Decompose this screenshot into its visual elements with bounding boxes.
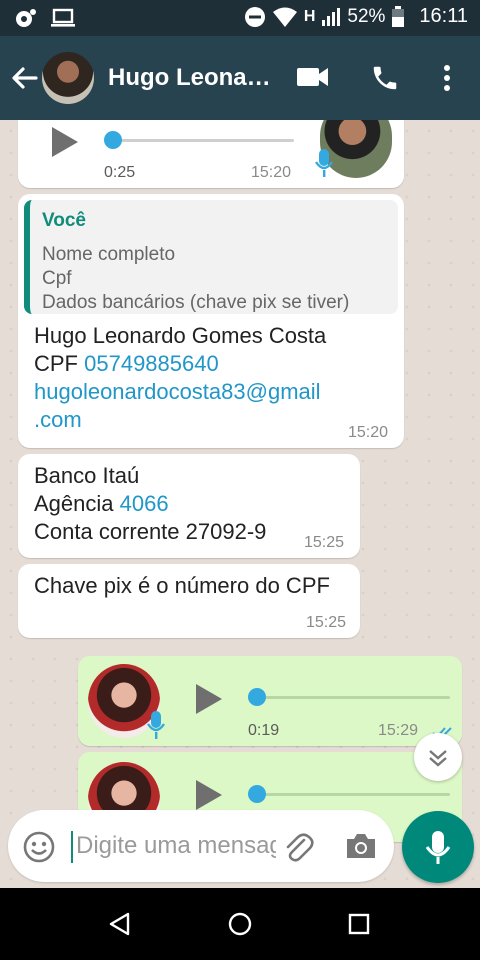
audio-progress-track[interactable] — [254, 793, 450, 796]
cpf-line: CPF 05749885640 — [34, 350, 326, 378]
recents-nav-icon[interactable] — [348, 913, 370, 935]
record-voice-button[interactable] — [402, 811, 474, 883]
contact-avatar[interactable] — [42, 52, 94, 104]
agency-number-link[interactable]: 4066 — [120, 491, 169, 516]
battery-icon — [392, 5, 405, 27]
attach-icon[interactable] — [280, 830, 314, 864]
system-nav-bar — [0, 888, 480, 960]
email-link-continuation[interactable]: .com — [34, 406, 326, 434]
emoji-icon[interactable] — [22, 830, 56, 864]
voice-message-outgoing: 0:19 15:29 — [78, 656, 462, 746]
wifi-icon — [272, 7, 297, 27]
network-type: H — [303, 7, 316, 25]
message-time: 15:20 — [348, 424, 389, 441]
more-vert-icon[interactable] — [440, 63, 454, 93]
audio-progress-knob[interactable] — [104, 131, 122, 149]
back-nav-icon[interactable] — [108, 912, 132, 936]
play-button[interactable] — [196, 684, 222, 714]
full-name-line: Hugo Leonardo Gomes Costa — [34, 323, 327, 348]
status-bar: H 52% 16:11 — [0, 0, 480, 36]
chat-header: Hugo Leonardo Gomes Costa — [0, 36, 480, 120]
scroll-to-bottom-button[interactable] — [414, 733, 462, 781]
message-incoming-reply: Você Nome completo Cpf Dados bancários (… — [18, 194, 404, 448]
message-time: 15:25 — [306, 614, 347, 631]
bank-line: Banco Itaú — [34, 463, 140, 488]
audio-progress-knob[interactable] — [248, 785, 266, 803]
voice-message-incoming: 0:25 15:20 — [18, 120, 404, 188]
account-line: Conta corrente 27092-9 — [34, 519, 267, 544]
clock: 16:11 — [419, 5, 468, 27]
message-incoming: Chave pix é o número do CPF 15:25 — [18, 564, 360, 638]
play-button[interactable] — [52, 127, 78, 157]
video-call-icon[interactable] — [296, 64, 330, 90]
play-button[interactable] — [196, 780, 222, 810]
phone-icon[interactable] — [370, 63, 400, 93]
quoted-message[interactable]: Você Nome completo Cpf Dados bancários (… — [24, 200, 398, 314]
quote-author: Você — [42, 210, 87, 231]
quote-line: Nome completo — [42, 244, 176, 265]
message-time: 15:29 — [378, 722, 419, 739]
mic-icon — [147, 711, 165, 739]
message-input[interactable] — [76, 828, 276, 864]
agency-line: Agência 4066 — [34, 490, 266, 518]
audio-progress-knob[interactable] — [248, 688, 266, 706]
message-body: Hugo Leonardo Gomes Costa CPF 0574988564… — [34, 322, 326, 434]
quote-line: Dados bancários (chave pix se tiver) — [42, 292, 350, 313]
message-time: 15:25 — [304, 534, 345, 551]
camera-icon[interactable] — [344, 830, 378, 862]
cpf-number-link[interactable]: 05749885640 — [84, 351, 219, 376]
message-time: 15:20 — [251, 164, 292, 181]
cpf-label: CPF — [34, 351, 78, 376]
laptop-icon — [51, 8, 75, 27]
voice-duration: 0:25 — [104, 164, 136, 181]
battery-percent: 52% — [347, 5, 386, 27]
text-caret — [71, 831, 73, 863]
home-nav-icon[interactable] — [227, 911, 253, 937]
quote-line: Cpf — [42, 268, 72, 289]
signal-icon — [322, 7, 341, 26]
email-link[interactable]: hugoleonardocosta83@gmail — [34, 378, 326, 406]
message-incoming: Banco Itaú Agência 4066 Conta corrente 2… — [18, 454, 360, 558]
voice-duration: 0:19 — [248, 722, 280, 739]
mic-icon — [315, 149, 333, 177]
back-arrow-icon[interactable] — [8, 62, 40, 94]
agency-label: Agência — [34, 491, 114, 516]
notification-icon — [16, 9, 36, 27]
message-body: Banco Itaú Agência 4066 Conta corrente 2… — [34, 462, 266, 546]
do-not-disturb-icon — [244, 6, 265, 27]
audio-progress-track[interactable] — [254, 696, 450, 699]
audio-progress-track[interactable] — [108, 139, 294, 142]
message-composer — [8, 810, 394, 882]
chat-area[interactable]: 0:25 15:20 Você Nome completo Cpf Dados … — [0, 120, 480, 888]
chevron-down-icon — [429, 750, 447, 767]
message-body: Chave pix é o número do CPF — [34, 573, 330, 598]
contact-name[interactable]: Hugo Leonardo Gomes Costa — [108, 64, 278, 92]
mic-icon — [425, 831, 451, 864]
